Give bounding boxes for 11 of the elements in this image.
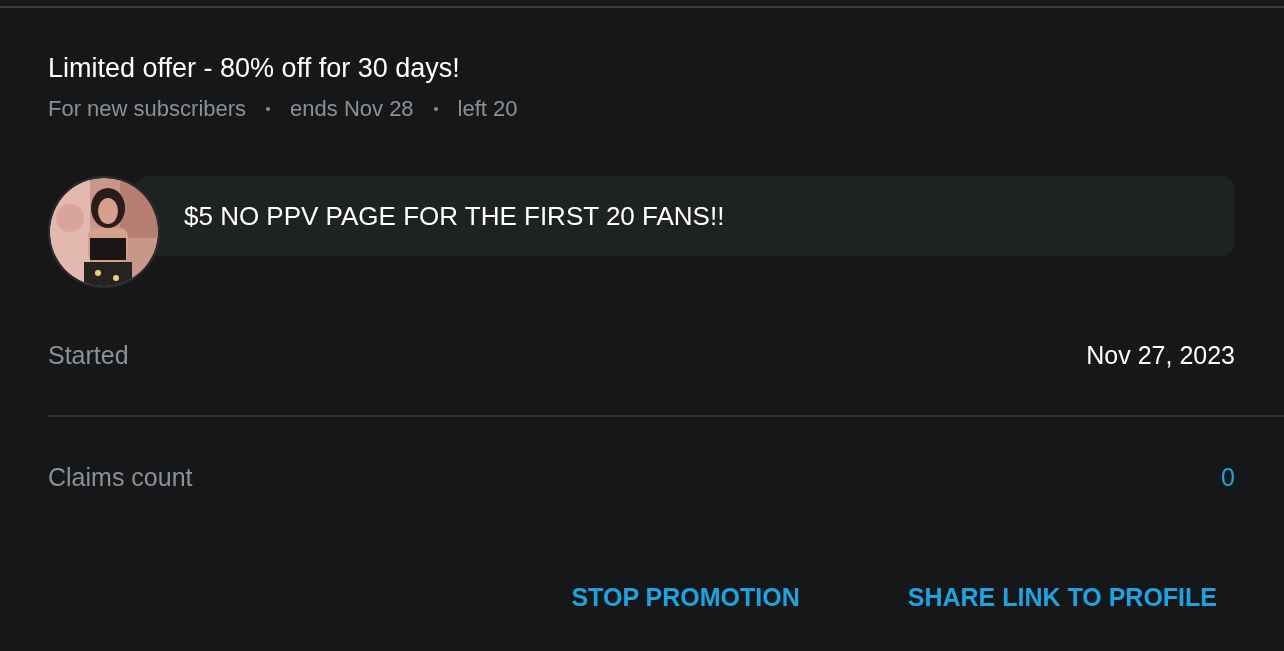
message-text: $5 NO PPV PAGE FOR THE FIRST 20 FANS!! [184,200,725,232]
offer-meta: left 20 [457,96,518,122]
offer-title: Limited offer - 80% off for 30 days! [48,52,461,84]
action-button[interactable]: SHARE LINK TO PROFILE [907,579,1217,616]
detail-label: Claims count [48,462,193,492]
offer-meta: For new subscribers [48,96,247,122]
detail-label: Started [48,340,129,370]
detail-value[interactable]: 0 [1221,462,1235,492]
action-button[interactable]: STOP PROMOTION [571,579,800,616]
offer-meta: ends Nov 28 [290,96,414,122]
detail-value: Nov 27, 2023 [1086,340,1235,370]
